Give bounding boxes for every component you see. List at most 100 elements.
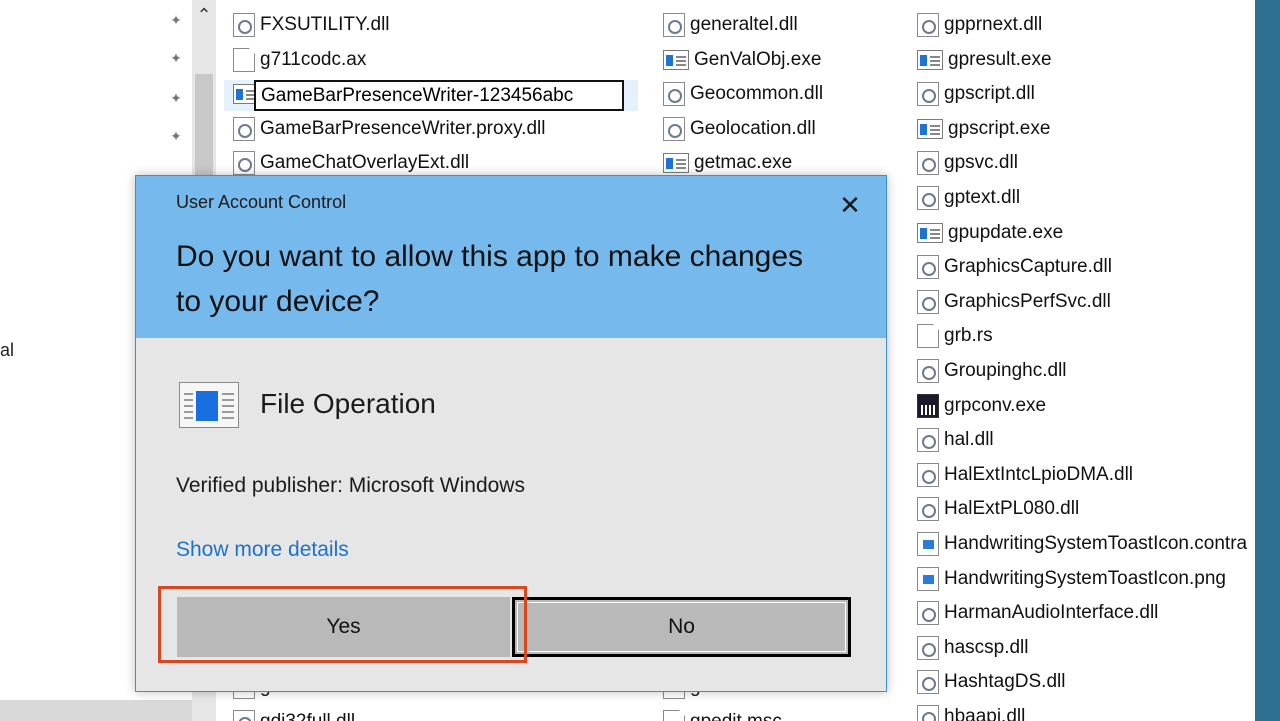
- png-icon: [917, 566, 939, 591]
- file-name: FXSUTILITY.dll: [260, 14, 390, 35]
- exe-icon: [917, 49, 943, 70]
- file-item[interactable]: hbaapi.dll: [917, 702, 1025, 721]
- dll-icon: [917, 255, 939, 280]
- exe-icon: [917, 118, 943, 139]
- file-name: Geocommon.dll: [690, 83, 824, 105]
- pin-icon: ✦: [170, 12, 182, 28]
- file-name: gdi32full.dll: [260, 711, 355, 721]
- file-item[interactable]: FXSUTILITY.dll: [233, 10, 390, 40]
- exe-icon: [663, 49, 689, 70]
- png-icon: [917, 532, 939, 556]
- background-window-edge: [1255, 0, 1280, 721]
- file-name: gpscript.exe: [948, 117, 1051, 139]
- no-button[interactable]: No: [512, 597, 851, 657]
- file-name: getmac.exe: [694, 152, 793, 174]
- file-name: hascsp.dll: [944, 636, 1029, 658]
- file-name: grb.rs: [944, 325, 993, 347]
- file-name: gptext.dll: [944, 187, 1021, 208]
- close-icon[interactable]: ✕: [833, 188, 867, 222]
- file-name: gpedit.msc: [690, 711, 782, 721]
- file-item[interactable]: HandwritingSystemToastIcon.png: [917, 564, 1226, 594]
- file-item[interactable]: GameChatOverlayExt.dll: [233, 148, 469, 178]
- file-item[interactable]: hascsp.dll: [917, 633, 1029, 663]
- file-name: gpscript.dll: [944, 83, 1035, 105]
- dll-icon: [917, 635, 939, 660]
- file-name: Groupinghc.dll: [944, 360, 1067, 381]
- file-item[interactable]: HandwritingSystemToastIcon.contra: [917, 529, 1247, 559]
- dll-icon: [917, 82, 939, 107]
- file-item[interactable]: generaltel.dll: [663, 10, 798, 40]
- file-item[interactable]: hal.dll: [917, 425, 994, 455]
- file-item[interactable]: GenValObj.exe: [663, 45, 821, 75]
- file-item[interactable]: gpscript.dll: [917, 79, 1035, 109]
- file-item[interactable]: gpedit.msc: [663, 707, 782, 721]
- file-name: HalExtPL080.dll: [944, 498, 1080, 520]
- file-name: Geolocation.dll: [690, 117, 816, 139]
- scroll-up-arrow-icon[interactable]: ⌃: [192, 0, 216, 30]
- dll-icon: [917, 601, 939, 626]
- dll-icon: [917, 13, 939, 37]
- pin-icon: ✦: [170, 128, 182, 144]
- file-name: HandwritingSystemToastIcon.contra: [944, 533, 1248, 554]
- uac-header: User Account Control ✕ Do you want to al…: [136, 176, 886, 338]
- file-item[interactable]: getmac.exe: [663, 148, 792, 178]
- dll-icon: [917, 428, 939, 453]
- yes-button-highlight-annotation: [158, 586, 527, 663]
- file-item[interactable]: gdi32full.dll: [233, 707, 355, 721]
- file-name: HalExtIntcLpioDMA.dll: [944, 463, 1134, 485]
- nav-bottom-bar: [0, 700, 192, 721]
- file-item[interactable]: GraphicsPerfSvc.dll: [917, 287, 1111, 317]
- file-name: hal.dll: [944, 429, 994, 451]
- show-more-details-link[interactable]: Show more details: [176, 538, 349, 562]
- file-name: hbaapi.dll: [944, 706, 1026, 721]
- file-name: HarmanAudioInterface.dll: [944, 602, 1159, 624]
- dll-icon: [917, 705, 939, 721]
- dll-icon: [663, 82, 685, 107]
- file-operation-app-icon: [179, 382, 239, 428]
- file-item[interactable]: gpupdate.exe: [917, 218, 1063, 248]
- file-name: gpsvc.dll: [944, 152, 1018, 174]
- dll-icon: [233, 13, 255, 37]
- file-name: g711codc.ax: [260, 48, 367, 70]
- pin-icon: ✦: [170, 90, 182, 106]
- rename-input[interactable]: GameBarPresenceWriter-123456abc: [254, 80, 624, 111]
- file-name: HashtagDS.dll: [944, 671, 1066, 693]
- file-item[interactable]: GameBarPresenceWriter.proxy.dll: [233, 114, 545, 144]
- dialog-title: User Account Control: [176, 192, 347, 212]
- file-item[interactable]: HashtagDS.dll: [917, 667, 1065, 697]
- file-item[interactable]: HalExtIntcLpioDMA.dll: [917, 460, 1133, 490]
- dll-icon: [917, 151, 939, 176]
- file-item[interactable]: gpsvc.dll: [917, 148, 1018, 178]
- file-item[interactable]: g711codc.ax: [233, 45, 366, 75]
- file-name: grpconv.exe: [944, 394, 1047, 416]
- file-name: GenValObj.exe: [694, 48, 822, 70]
- file-item[interactable]: Geocommon.dll: [663, 79, 823, 109]
- file-item[interactable]: gpscript.exe: [917, 114, 1050, 144]
- dll-icon: [233, 116, 255, 141]
- file-item[interactable]: gptext.dll: [917, 183, 1020, 213]
- dll-icon: [917, 497, 939, 522]
- nav-item-partial-label[interactable]: al: [0, 340, 14, 361]
- scrollbar-thumb[interactable]: [195, 74, 213, 184]
- exe-icon: [917, 222, 943, 243]
- dll-icon: [663, 13, 685, 37]
- file-item[interactable]: GraphicsCapture.dll: [917, 252, 1112, 282]
- file-item[interactable]: Groupinghc.dll: [917, 356, 1067, 386]
- dll-icon: [663, 116, 685, 141]
- dll-icon: [917, 359, 939, 383]
- file-name: gpresult.exe: [948, 48, 1052, 70]
- file-item[interactable]: HalExtPL080.dll: [917, 494, 1079, 524]
- file-name: generaltel.dll: [690, 14, 798, 35]
- file-item[interactable]: gpprnext.dll: [917, 10, 1042, 40]
- pin-icon: ✦: [170, 50, 182, 66]
- file-name: GraphicsPerfSvc.dll: [944, 290, 1111, 312]
- file-item[interactable]: grb.rs: [917, 321, 993, 351]
- file-item[interactable]: HarmanAudioInterface.dll: [917, 598, 1158, 628]
- dialog-question: Do you want to allow this app to make ch…: [176, 240, 804, 318]
- file-name: gpprnext.dll: [944, 14, 1043, 35]
- file-icon: [663, 709, 685, 721]
- file-item[interactable]: grpconv.exe: [917, 391, 1046, 421]
- file-item[interactable]: Geolocation.dll: [663, 114, 816, 144]
- file-icon: [917, 324, 939, 349]
- file-item[interactable]: gpresult.exe: [917, 45, 1052, 75]
